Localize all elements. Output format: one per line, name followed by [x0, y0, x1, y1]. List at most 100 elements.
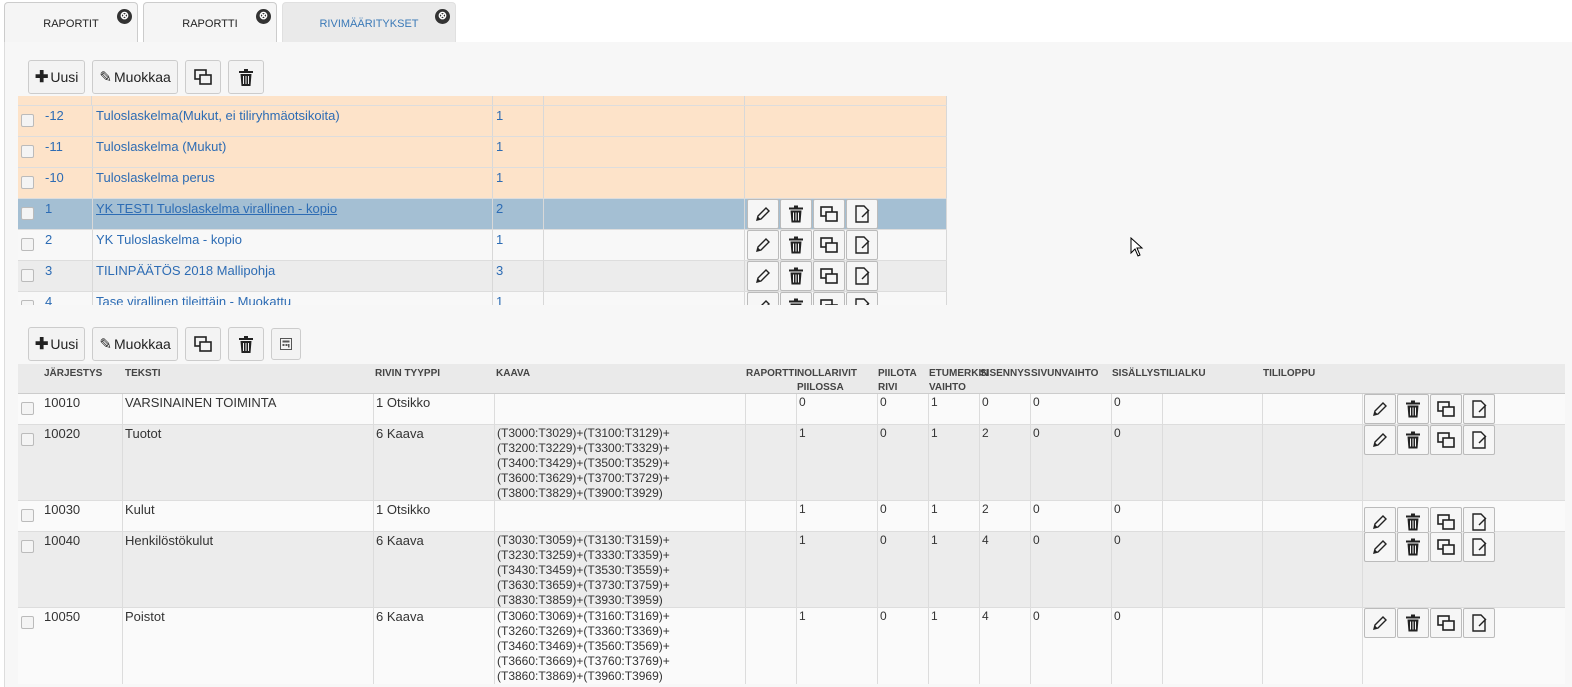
new-row-button[interactable]: ✚ Uusi: [28, 327, 86, 361]
report-row-partial[interactable]: [18, 96, 947, 106]
row-order: 10020: [42, 425, 123, 500]
tab-label: RIVIMÄÄRITYKSET: [319, 18, 419, 30]
row-edit-button[interactable]: [1364, 394, 1396, 424]
report-row[interactable]: 3 TILINPÄÄTÖS 2018 Mallipohja 3: [18, 261, 947, 292]
report-export-button[interactable]: [846, 199, 878, 229]
report-copy-button[interactable]: [813, 230, 845, 260]
row-checkbox[interactable]: [21, 176, 34, 189]
report-edit-button[interactable]: [747, 292, 779, 305]
row-checkbox[interactable]: [21, 433, 34, 446]
copy-row-button[interactable]: [184, 327, 221, 361]
col-sisennys[interactable]: SISENNYS: [980, 367, 1031, 381]
report-delete-button[interactable]: [780, 261, 812, 291]
row-indent: 4: [980, 532, 1031, 607]
row-checkbox[interactable]: [21, 509, 34, 522]
close-icon[interactable]: ⊗: [256, 9, 271, 24]
row-delete-button[interactable]: [1397, 608, 1429, 638]
row-checkbox[interactable]: [21, 207, 34, 220]
col-sisallys[interactable]: SISÄLLYS: [1112, 367, 1160, 381]
col-kaava[interactable]: KAAVA: [496, 367, 530, 381]
row-delete-button[interactable]: [1397, 532, 1429, 562]
report-edit-button[interactable]: [747, 230, 779, 260]
row-checkbox[interactable]: [21, 269, 34, 282]
col-jarjestys[interactable]: JÄRJESTYS: [44, 367, 102, 381]
report-name[interactable]: YK TESTI Tuloslaskelma virallinen - kopi…: [93, 199, 493, 229]
row-copy-button[interactable]: [1430, 532, 1462, 562]
calculator-button[interactable]: [270, 328, 301, 360]
row-copy-button[interactable]: [1430, 608, 1462, 638]
report-export-button[interactable]: [846, 261, 878, 291]
row-account-end: [1263, 532, 1363, 607]
row-export-button[interactable]: [1463, 425, 1495, 455]
pencil-icon: [1373, 433, 1387, 447]
report-export-button[interactable]: [846, 230, 878, 260]
col-piilota[interactable]: PIILOTA RIVI: [878, 367, 917, 395]
edit-row-button[interactable]: ✎ Muokkaa: [92, 327, 178, 361]
report-edit-button[interactable]: [747, 261, 779, 291]
row-copy-button[interactable]: [1430, 394, 1462, 424]
col-nollarivit[interactable]: NOLLARIVIT PIILOSSA: [797, 367, 857, 395]
report-name: Tase virallinen tileittäin - Muokattu: [93, 292, 493, 305]
row-checkbox[interactable]: [21, 238, 34, 251]
row-export-button[interactable]: [1463, 608, 1495, 638]
delete-report-button[interactable]: [227, 60, 264, 94]
copy-report-button[interactable]: [184, 60, 221, 94]
report-delete-button[interactable]: [780, 292, 812, 305]
col-tyyppi[interactable]: RIVIN TYYPPI: [375, 367, 440, 381]
row-checkbox[interactable]: [21, 145, 34, 158]
row-edit-button[interactable]: [1364, 425, 1396, 455]
report-row[interactable]: -10 Tuloslaskelma perus 1: [18, 168, 947, 199]
col-sivunvaihto[interactable]: SIVUNVAIHTO: [1031, 367, 1098, 381]
report-row[interactable]: -11 Tuloslaskelma (Mukut) 1: [18, 137, 947, 168]
table-row[interactable]: 10010 VARSINAINEN TOIMINTA 1 Otsikko 0 0 1 0 0 0: [18, 394, 1565, 425]
report-edit-button[interactable]: [747, 199, 779, 229]
tab-raportit[interactable]: RAPORTIT ⊗: [4, 2, 138, 42]
delete-row-button[interactable]: [227, 327, 264, 361]
row-checkbox[interactable]: [21, 300, 34, 305]
report-row[interactable]: 2 YK Tuloslaskelma - kopio 1: [18, 230, 947, 261]
col-tililoppu[interactable]: TILILOPPU: [1263, 367, 1315, 381]
pencil-icon: [756, 269, 770, 283]
row-checkbox[interactable]: [21, 616, 34, 629]
report-delete-button[interactable]: [780, 199, 812, 229]
row-pagebreak: 0: [1031, 501, 1112, 531]
row-checkbox[interactable]: [21, 402, 34, 415]
report-export-button[interactable]: [846, 292, 878, 305]
table-row[interactable]: 10050 Poistot 6 Kaava (T3060:T3069)+(T3160:…: [18, 608, 1565, 684]
row-edit-button[interactable]: [1364, 532, 1396, 562]
report-row[interactable]: 4 Tase virallinen tileittäin - Muokattu 1: [18, 292, 947, 305]
close-icon[interactable]: ⊗: [435, 9, 450, 24]
report-row[interactable]: -12 Tuloslaskelma(Mukut, ei tiliryhmäotsi…: [18, 106, 947, 137]
report-copy-button[interactable]: [813, 199, 845, 229]
row-delete-button[interactable]: [1397, 394, 1429, 424]
row-delete-button[interactable]: [1397, 425, 1429, 455]
table-row[interactable]: 10030 Kulut 1 Otsikko 1 0 1 2 0 0: [18, 501, 1565, 537]
row-checkbox[interactable]: [21, 540, 34, 553]
report-copy-button[interactable]: [813, 261, 845, 291]
edit-report-button[interactable]: ✎ Muokkaa: [92, 60, 178, 94]
table-row[interactable]: 10040 Henkilöstökulut 6 Kaava (T3030:T3059)…: [18, 532, 1565, 608]
row-pagebreak: 0: [1031, 425, 1112, 500]
copy-icon: [1437, 615, 1455, 631]
report-copy-button[interactable]: [813, 292, 845, 305]
row-export-button[interactable]: [1463, 394, 1495, 424]
row-edit-button[interactable]: [1364, 608, 1396, 638]
col-raportti[interactable]: RAPORTTI: [746, 367, 797, 381]
close-icon[interactable]: ⊗: [117, 9, 132, 24]
pencil-icon: [761, 300, 770, 305]
new-report-button[interactable]: ✚ Uusi: [28, 60, 86, 94]
new-label: Uusi: [50, 336, 79, 352]
col-teksti[interactable]: TEKSTI: [125, 367, 161, 381]
col-tilialku[interactable]: TILIALKU: [1160, 367, 1206, 381]
row-copy-button[interactable]: [1430, 425, 1462, 455]
row-export-button[interactable]: [1463, 532, 1495, 562]
tab-raportti[interactable]: RAPORTTI ⊗: [143, 2, 277, 42]
tab-rivimaaritykset[interactable]: RIVIMÄÄRITYKSET ⊗: [282, 2, 456, 42]
table-row[interactable]: 10020 Tuotot 6 Kaava (T3000:T3029)+(T3100:T…: [18, 425, 1565, 501]
row-actions: [747, 261, 878, 291]
row-indent: 2: [980, 501, 1031, 531]
row-checkbox[interactable]: [21, 114, 34, 127]
row-indent: 4: [980, 608, 1031, 684]
report-delete-button[interactable]: [780, 230, 812, 260]
report-row[interactable]: 1 YK TESTI Tuloslaskelma virallinen - kop…: [18, 199, 947, 230]
